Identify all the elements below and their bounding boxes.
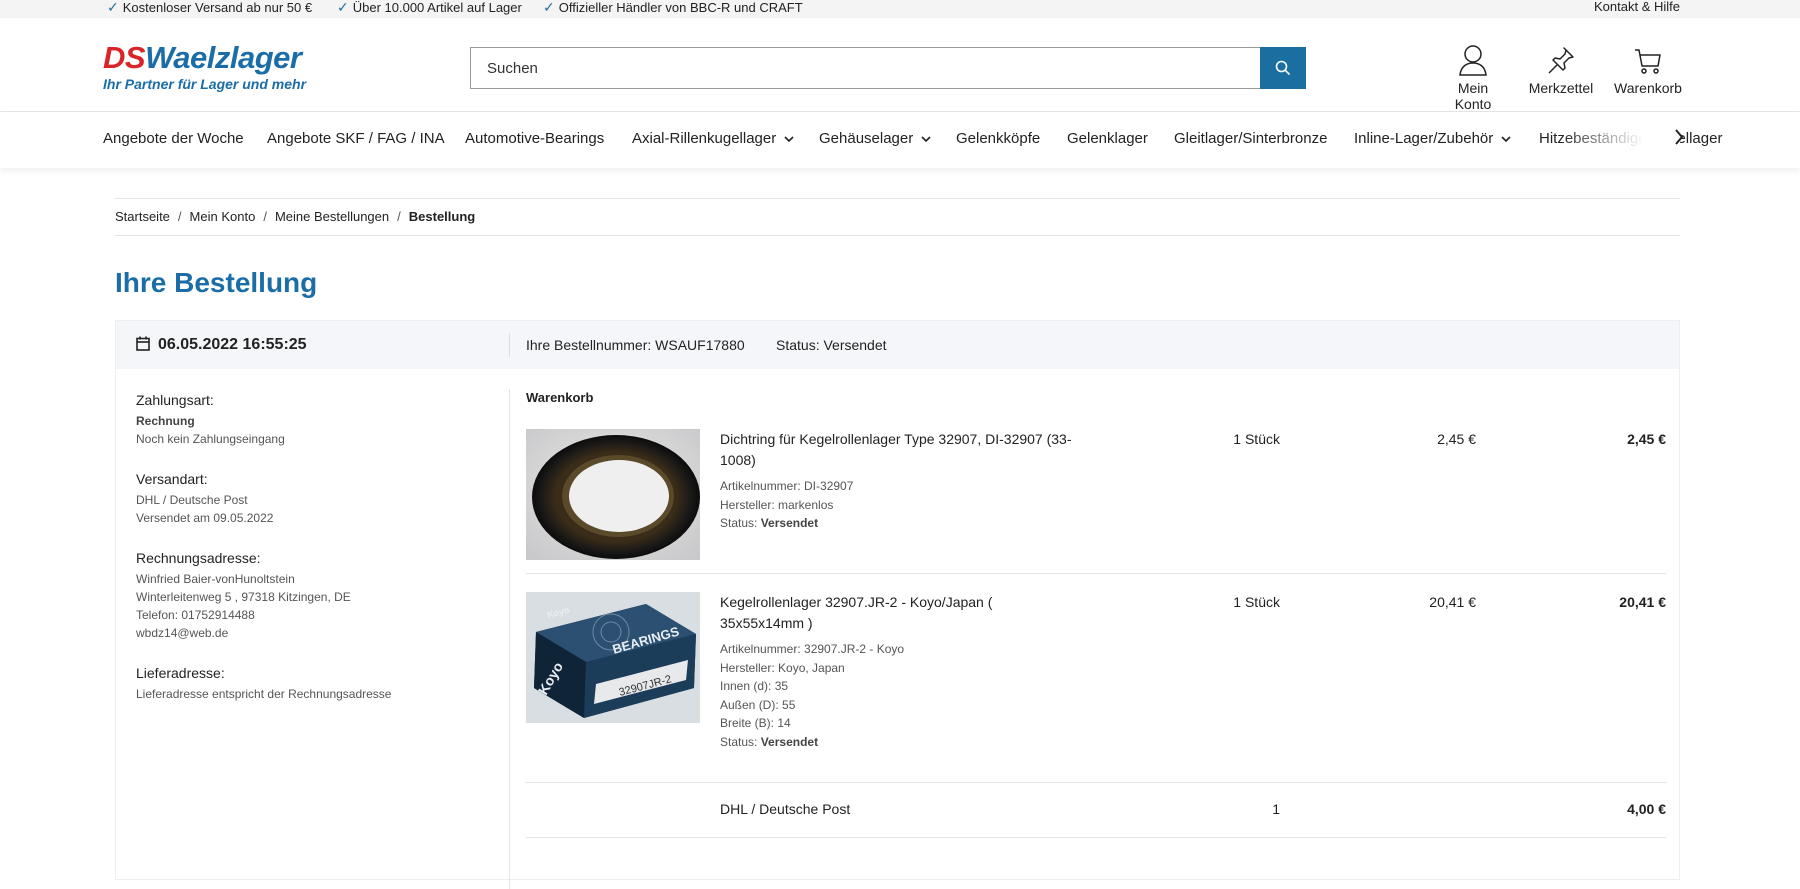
breadcrumb-current: Bestellung	[408, 209, 476, 224]
line-quantity: 1 Stück	[1233, 431, 1280, 447]
logo[interactable]: DSWaelzlager Ihr Partner für Lager und m…	[103, 42, 307, 93]
nav-item-angebote-woche[interactable]: Angebote der Woche	[103, 130, 244, 148]
main-navigation: Angebote der Woche Angebote SKF / FAG / …	[0, 112, 1800, 168]
shipping-info: Versandart: DHL / Deutsche Post Versende…	[136, 471, 274, 525]
chevron-down-icon	[784, 135, 794, 142]
product-name[interactable]: Dichtring für Kegelrollenlager Type 3290…	[720, 429, 1080, 471]
product-name[interactable]: Kegelrollenlager 32907.JR-2 - Koyo/Japan…	[720, 592, 1080, 634]
chevron-down-icon	[1501, 135, 1511, 142]
order-card: 06.05.2022 16:55:25 Ihre Bestellnummer: …	[115, 320, 1680, 889]
nav-fade	[1560, 112, 1680, 168]
nav-item-gelenkkoepfe[interactable]: Gelenkköpfe	[956, 130, 1040, 148]
nav-item-angebote-skf[interactable]: Angebote SKF / FAG / INA	[267, 130, 445, 148]
delivery-address: Lieferadresse: Lieferadresse entspricht …	[136, 665, 392, 701]
product-image-seal-ring[interactable]	[526, 429, 700, 560]
shipping-total: 4,00 €	[1627, 801, 1666, 817]
line-unit-price: 20,41 €	[1429, 594, 1476, 610]
order-status: Status: Versendet	[776, 337, 887, 353]
order-line-item: BEARINGS 32907JR-2 Koyo Koyo Kegelrollen…	[526, 592, 1666, 782]
search-bar	[470, 47, 1306, 89]
shipping-method-name: DHL / Deutsche Post	[720, 801, 851, 817]
pin-icon	[1548, 47, 1574, 74]
order-header: 06.05.2022 16:55:25 Ihre Bestellnummer: …	[116, 321, 1679, 369]
breadcrumb-account[interactable]: Mein Konto	[190, 209, 256, 224]
breadcrumb-home[interactable]: Startseite	[115, 209, 170, 224]
check-icon: ✓	[543, 0, 555, 15]
chevron-right-icon	[1675, 129, 1684, 145]
top-bar: ✓ Kostenloser Versand ab nur 50 € ✓ Über 1…	[0, 0, 1800, 18]
search-icon	[1275, 60, 1291, 76]
breadcrumb-orders[interactable]: Meine Bestellungen	[275, 209, 389, 224]
nav-scroll-right[interactable]	[1674, 128, 1684, 151]
line-quantity: 1 Stück	[1233, 594, 1280, 610]
page-title: Ihre Bestellung	[115, 267, 318, 298]
cart-title: Warenkorb	[526, 390, 594, 405]
product-meta: Artikelnummer: 32907.JR-2 - Koyo Herstel…	[720, 642, 905, 749]
line-total: 2,45 €	[1627, 431, 1666, 447]
breadcrumb: Startseite / Mein Konto / Meine Bestellungen…	[115, 198, 1680, 236]
header: DSWaelzlager Ihr Partner für Lager und m…	[0, 18, 1800, 112]
check-icon: ✓	[337, 0, 349, 15]
line-unit-price: 2,45 €	[1437, 431, 1476, 447]
nav-item-gelenklager[interactable]: Gelenklager	[1067, 130, 1148, 148]
product-image-koyo-bearing[interactable]: BEARINGS 32907JR-2 Koyo Koyo	[526, 592, 700, 723]
order-cart: Warenkorb Dichtring für Kegelrollenlager…	[526, 389, 1666, 838]
nav-item-automotive[interactable]: Automotive-Bearings	[465, 130, 604, 148]
usp-free-shipping: ✓ Kostenloser Versand ab nur 50 €	[107, 0, 313, 15]
line-total: 20,41 €	[1619, 594, 1666, 610]
order-details: Zahlungsart: Rechnung Noch kein Zahlungs…	[136, 391, 496, 725]
order-date: 06.05.2022 16:55:25	[136, 321, 307, 369]
contact-help-link[interactable]: Kontakt & Hilfe	[1594, 0, 1680, 14]
calendar-icon	[136, 336, 150, 351]
logo-slogan: Ihr Partner für Lager und mehr	[103, 76, 307, 92]
payment-info: Zahlungsart: Rechnung Noch kein Zahlungs…	[136, 392, 285, 446]
search-button[interactable]	[1260, 47, 1306, 89]
billing-address: Rechnungsadresse: Winfried Baier-vonHuno…	[136, 550, 351, 640]
order-number: Ihre Bestellnummer: WSAUF17880	[526, 337, 745, 353]
nav-item-gehaeuselager[interactable]: Gehäuselager	[819, 130, 931, 148]
usp-stock: ✓ Über 10.000 Artikel auf Lager	[337, 0, 522, 15]
nav-item-gleitlager[interactable]: Gleitlager/Sinterbronze	[1174, 130, 1327, 148]
check-icon: ✓	[107, 0, 119, 15]
cart-icon	[1635, 49, 1661, 74]
wishlist-button[interactable]: Merkzettel	[1528, 42, 1594, 96]
order-shipping-line: DHL / Deutsche Post 1 4,00 €	[526, 799, 1666, 829]
nav-item-inline-lager[interactable]: Inline-Lager/Zubehör	[1354, 130, 1511, 148]
usp-dealer: ✓ Offizieller Händler von BBC-R und CRAFT	[543, 0, 803, 15]
order-line-item: Dichtring für Kegelrollenlager Type 3290…	[526, 429, 1666, 560]
product-meta: Artikelnummer: DI-32907 Hersteller: mark…	[720, 479, 854, 530]
account-button[interactable]: Mein Konto	[1438, 42, 1508, 112]
search-input[interactable]	[471, 48, 1261, 88]
cart-button[interactable]: Warenkorb	[1613, 42, 1683, 96]
nav-item-axial-rillenkugellager[interactable]: Axial-Rillenkugellager	[632, 130, 794, 148]
shipping-quantity: 1	[1272, 801, 1280, 817]
chevron-down-icon	[921, 135, 931, 142]
user-icon	[1459, 45, 1487, 76]
